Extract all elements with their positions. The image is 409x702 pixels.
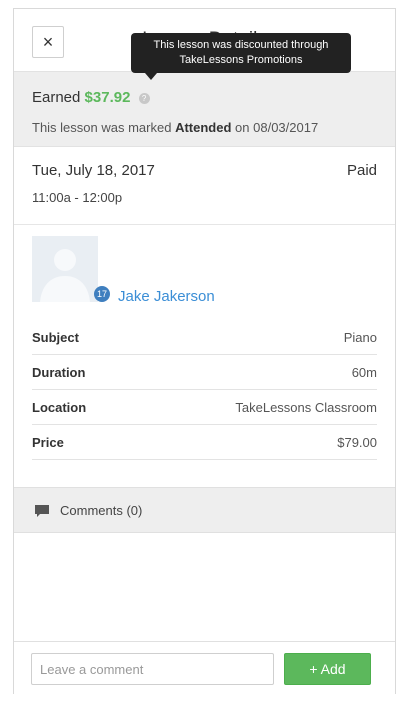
- detail-label: Price: [32, 434, 64, 450]
- avatar-placeholder-icon: [32, 236, 98, 302]
- attendance-status: This lesson was marked Attended on 08/03…: [32, 120, 318, 135]
- tooltip-arrow: [145, 73, 157, 80]
- student-badge-icon: 17: [94, 286, 110, 302]
- comment-input[interactable]: [31, 653, 274, 685]
- earned-label: Earned: [32, 89, 81, 106]
- avatar: [32, 236, 98, 302]
- detail-value: 60m: [351, 364, 377, 380]
- discount-tooltip: This lesson was discounted through TakeL…: [131, 33, 351, 73]
- info-icon[interactable]: ?: [138, 93, 150, 104]
- detail-row-subject: Subject Piano: [32, 320, 377, 355]
- lesson-time: 11:00a - 12:00p: [32, 190, 123, 205]
- earnings-section: Earned $37.92 ? This lesson was marked A…: [14, 71, 395, 147]
- status-value: Attended: [175, 120, 232, 135]
- detail-value: Piano: [343, 329, 377, 345]
- earned-line: Earned $37.92 ?: [32, 89, 150, 106]
- detail-row-price: Price $79.00: [32, 425, 377, 460]
- detail-row-location: Location TakeLessons Classroom: [32, 390, 377, 425]
- comment-footer: + Add: [14, 641, 395, 695]
- status-prefix: This lesson was marked: [32, 120, 172, 135]
- add-comment-button[interactable]: + Add: [284, 653, 371, 685]
- comments-label: Comments (0): [60, 503, 143, 518]
- payment-status: Paid: [346, 162, 377, 179]
- detail-row-duration: Duration 60m: [32, 355, 377, 390]
- earned-amount: $37.92: [84, 89, 131, 106]
- detail-value: $79.00: [337, 434, 377, 450]
- lesson-date: Tue, July 18, 2017: [32, 162, 155, 179]
- lesson-details-panel: × Lesson Details This lesson was discoun…: [13, 8, 396, 695]
- lesson-date-section: Tue, July 18, 2017 Paid 11:00a - 12:00p: [14, 147, 395, 225]
- student-name-link[interactable]: Jake Jakerson: [118, 288, 215, 305]
- detail-label: Subject: [32, 329, 79, 345]
- detail-label: Location: [32, 399, 87, 415]
- lesson-details-table: Subject Piano Duration 60m Location Take…: [32, 320, 377, 460]
- detail-label: Duration: [32, 364, 86, 380]
- comment-icon: [35, 505, 49, 517]
- comments-toggle[interactable]: Comments (0): [14, 487, 395, 533]
- detail-value: TakeLessons Classroom: [235, 399, 377, 415]
- status-suffix: on 08/03/2017: [235, 120, 319, 135]
